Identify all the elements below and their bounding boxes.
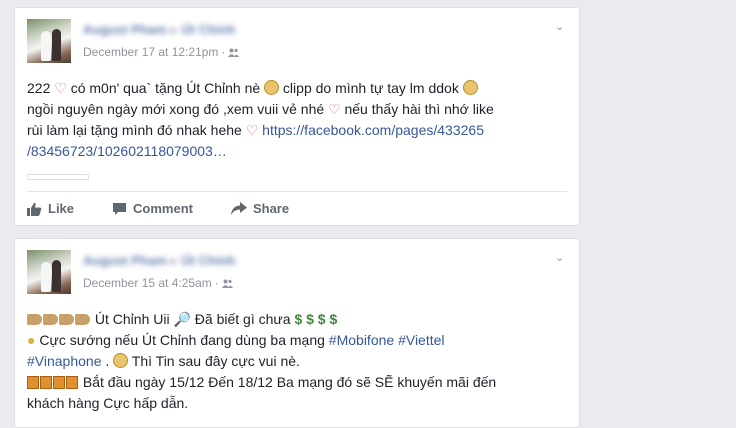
gift-emoji-icon [66, 376, 78, 389]
link-preview-placeholder [27, 174, 89, 180]
grimace-emoji-icon [462, 80, 478, 95]
horn-emoji-icon [27, 314, 42, 325]
thumbs-up-icon [27, 202, 42, 216]
author-avatar[interactable] [27, 19, 71, 63]
heart-emoji-icon: ♡ [245, 122, 259, 138]
post-text: có m0n' qua` tặng Út Chỉnh nè [66, 80, 265, 96]
post-header-names: August Pham ▸ Út Chỉnh [83, 22, 235, 38]
chevron-down-icon[interactable]: ⌄ [555, 22, 567, 33]
author-name-link[interactable]: August Pham [83, 22, 167, 37]
feed-post: August Pham ▸ Út Chỉnh December 17 at 12:2… [14, 7, 580, 226]
friends-audience-icon[interactable] [228, 48, 240, 57]
hashtag-link[interactable]: #Mobifone [329, 332, 394, 348]
feed-post: August Pham ▸ Út Chỉnh December 15 at 4:25… [14, 238, 580, 428]
post-text: Út Chỉnh Uii [91, 311, 174, 327]
post-meta: December 15 at 4:25am · [83, 276, 233, 290]
post-link-continued[interactable]: /83456723/102602118079003… [27, 143, 227, 159]
like-label: Like [48, 201, 75, 216]
share-button[interactable]: Share [230, 201, 290, 216]
chevron-down-icon[interactable]: ⌄ [555, 253, 567, 264]
share-label: Share [252, 201, 290, 216]
horn-emoji-icon [59, 314, 74, 325]
comment-button[interactable]: Comment [112, 201, 193, 216]
hashtag-link[interactable]: #Viettel [398, 332, 444, 348]
hashtag-link[interactable]: #Vinaphone [27, 353, 101, 369]
comment-icon [113, 202, 127, 215]
post-text: Thì Tin sau đây cực vui nè. [128, 353, 300, 369]
post-text: . [101, 353, 114, 369]
triangle-right-icon: ▸ [170, 22, 178, 37]
divider [27, 191, 567, 192]
horn-emoji-icon [43, 314, 58, 325]
target-name-link[interactable]: Út Chỉnh [181, 22, 235, 37]
target-name-link[interactable]: Út Chỉnh [181, 253, 235, 268]
post-timestamp[interactable]: December 17 at 12:21pm [83, 45, 218, 59]
post-text: Bắt đầu ngày 15/12 Đến 18/12 Ba mạng đó … [79, 374, 497, 390]
money-bag-emoji-icon: $ $ $ $ [294, 311, 338, 327]
like-button[interactable]: Like [27, 201, 74, 216]
post-text: ngồi nguyên ngày mới xong đó ,xem vuii v… [27, 101, 329, 117]
post-meta: December 17 at 12:21pm · [83, 45, 240, 59]
heart-emoji-icon: ♡ [54, 80, 67, 96]
magnifier-emoji-icon: 🔎 [173, 311, 191, 327]
post-link[interactable]: https://facebook.com/pages/433265 [262, 122, 484, 138]
grimace-emoji-icon [113, 353, 129, 368]
post-text: Đã biết gì chưa [190, 311, 295, 327]
post-body: 222 ♡ có m0n' qua` tặng Út Chỉnh nè clip… [27, 78, 567, 162]
comment-label: Comment [133, 201, 193, 216]
post-actions: Like Comment Share [27, 201, 327, 216]
post-body: Út Chỉnh Uii 🔎 Đã biết gì chưa $ $ $ $ ●… [27, 309, 567, 414]
horn-emoji-icon [75, 314, 90, 325]
author-avatar[interactable] [27, 250, 71, 294]
post-text: rùi làm lại tặng mình đó nhak hehe [27, 122, 246, 138]
post-timestamp[interactable]: December 15 at 4:25am [83, 276, 212, 290]
gift-emoji-icon [27, 376, 39, 389]
share-arrow-icon [230, 202, 247, 215]
post-text: 222 [27, 80, 55, 96]
post-header-names: August Pham ▸ Út Chỉnh [83, 253, 235, 269]
post-text: clipp do mình tự tay lm ddok [279, 80, 463, 96]
triangle-right-icon: ▸ [170, 253, 178, 268]
post-text: Cực sướng nếu Út Chỉnh đang dùng ba mạng [35, 332, 329, 348]
post-text: nếu thấy hài thì nhớ like [340, 101, 494, 117]
heart-emoji-icon: ♡ [328, 101, 341, 117]
post-text: khách hàng Cực hấp dẫn. [27, 395, 189, 411]
gift-emoji-icon [40, 376, 52, 389]
grimace-emoji-icon [264, 80, 280, 95]
author-name-link[interactable]: August Pham [83, 253, 167, 268]
friends-audience-icon[interactable] [221, 279, 233, 288]
gift-emoji-icon [53, 376, 65, 389]
